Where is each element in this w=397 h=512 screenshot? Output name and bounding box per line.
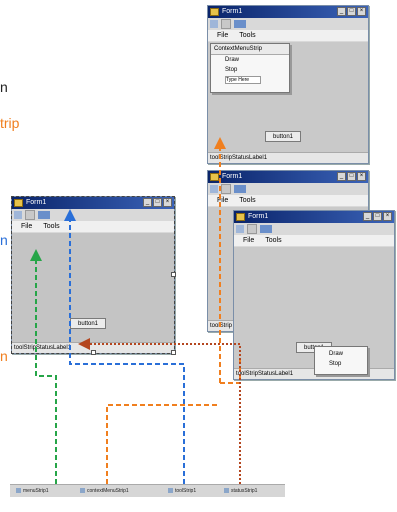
new-icon[interactable] bbox=[210, 20, 218, 28]
menu-file[interactable]: File bbox=[243, 237, 254, 244]
menu-tools[interactable]: Tools bbox=[265, 237, 281, 244]
menustrip: File Tools bbox=[208, 195, 368, 206]
title-bar: Form1 _ □ × bbox=[234, 211, 394, 223]
caption-fragment-toolstrip: n bbox=[0, 232, 8, 248]
minimize-icon[interactable]: _ bbox=[363, 212, 372, 221]
close-icon[interactable]: × bbox=[357, 7, 366, 16]
arrow-statusstrip bbox=[78, 338, 241, 484]
resize-handle[interactable] bbox=[91, 350, 96, 355]
form-window-runtime: Form1 _ □ × File Tools button1 toolStrip… bbox=[233, 210, 395, 380]
maximize-icon[interactable]: □ bbox=[347, 7, 356, 16]
form-icon bbox=[236, 213, 245, 221]
open-icon[interactable] bbox=[221, 184, 231, 194]
selection-frame bbox=[11, 196, 175, 354]
menustrip-icon bbox=[16, 488, 21, 494]
menu-tools[interactable]: Tools bbox=[239, 197, 255, 204]
form-window-designer: Form1 _ □ × File Tools button1 toolStrip… bbox=[11, 196, 176, 355]
context-item-stop[interactable]: Stop bbox=[315, 359, 367, 369]
status-strip: toolStripStatusLabel1 bbox=[208, 152, 368, 163]
contextmenu-designer: ContextMenuStrip Draw Stop Type Here bbox=[210, 43, 290, 93]
close-icon[interactable]: × bbox=[357, 172, 366, 181]
maximize-icon[interactable]: □ bbox=[373, 212, 382, 221]
open-icon[interactable] bbox=[247, 224, 257, 234]
window-title: Form1 bbox=[248, 213, 269, 220]
minimize-icon[interactable]: _ bbox=[337, 172, 346, 181]
menu-file[interactable]: File bbox=[217, 197, 228, 204]
context-item-draw[interactable]: Draw bbox=[211, 55, 289, 65]
menustrip: File Tools bbox=[234, 235, 394, 246]
button1[interactable]: button1 bbox=[265, 131, 301, 142]
tray-item-statusstrip[interactable]: statusStrip1 bbox=[224, 488, 257, 494]
open-icon[interactable] bbox=[221, 19, 231, 29]
window-title: Form1 bbox=[222, 173, 243, 180]
close-icon[interactable]: × bbox=[383, 212, 392, 221]
resize-handle[interactable] bbox=[171, 272, 176, 277]
tray-item-label: statusStrip1 bbox=[231, 488, 258, 494]
window-title: Form1 bbox=[222, 8, 243, 15]
menustrip: File Tools bbox=[208, 30, 368, 41]
new-icon[interactable] bbox=[210, 185, 218, 193]
form-window-contextmenu: Form1 _ □ × File Tools ContextMenuStrip … bbox=[207, 5, 369, 164]
tray-item-toolstrip[interactable]: toolStrip1 bbox=[168, 488, 196, 494]
tray-item-label: contextMenuStrip1 bbox=[87, 488, 129, 494]
image-dropdown-icon[interactable] bbox=[260, 225, 272, 233]
type-here-field[interactable]: Type Here bbox=[225, 76, 261, 84]
statusstrip-icon bbox=[224, 488, 229, 494]
runtime-context-menu: Draw Stop bbox=[314, 346, 368, 375]
context-item-draw[interactable]: Draw bbox=[315, 349, 367, 359]
tray-item-label: toolStrip1 bbox=[175, 488, 197, 494]
image-dropdown-icon[interactable] bbox=[234, 185, 246, 193]
caption-fragment-contextmenustrip: trip bbox=[0, 115, 20, 131]
form-icon bbox=[210, 173, 219, 181]
form-icon bbox=[210, 8, 219, 16]
contextmenu-icon bbox=[80, 488, 85, 494]
tray-item-menustrip[interactable]: menuStrip1 bbox=[16, 488, 49, 494]
arrow-contextmenustrip-left bbox=[106, 404, 220, 484]
caption-fragment-statusstrip: n bbox=[0, 348, 8, 364]
tray-item-contextmenustrip[interactable]: contextMenuStrip1 bbox=[80, 488, 129, 494]
status-strip: toolStrip bbox=[208, 320, 234, 331]
contextmenu-strip-name: ContextMenuStrip bbox=[211, 44, 289, 55]
menu-file[interactable]: File bbox=[217, 32, 228, 39]
title-bar: Form1 _ □ × bbox=[208, 6, 368, 18]
resize-handle[interactable] bbox=[171, 350, 176, 355]
tray-item-label: menuStrip1 bbox=[23, 488, 49, 494]
maximize-icon[interactable]: □ bbox=[347, 172, 356, 181]
minimize-icon[interactable]: _ bbox=[337, 7, 346, 16]
new-icon[interactable] bbox=[236, 225, 244, 233]
toolstrip-icon bbox=[168, 488, 173, 494]
toolstrip bbox=[236, 224, 272, 234]
menu-tools[interactable]: Tools bbox=[239, 32, 255, 39]
image-dropdown-icon[interactable] bbox=[234, 20, 246, 28]
toolstrip bbox=[210, 19, 246, 29]
component-tray: menuStrip1 contextMenuStrip1 toolStrip1 … bbox=[10, 484, 285, 497]
toolstrip bbox=[210, 184, 246, 194]
caption-fragment: n bbox=[0, 79, 8, 95]
context-item-stop[interactable]: Stop bbox=[211, 65, 289, 75]
title-bar: Form1 _ □ × bbox=[208, 171, 368, 183]
